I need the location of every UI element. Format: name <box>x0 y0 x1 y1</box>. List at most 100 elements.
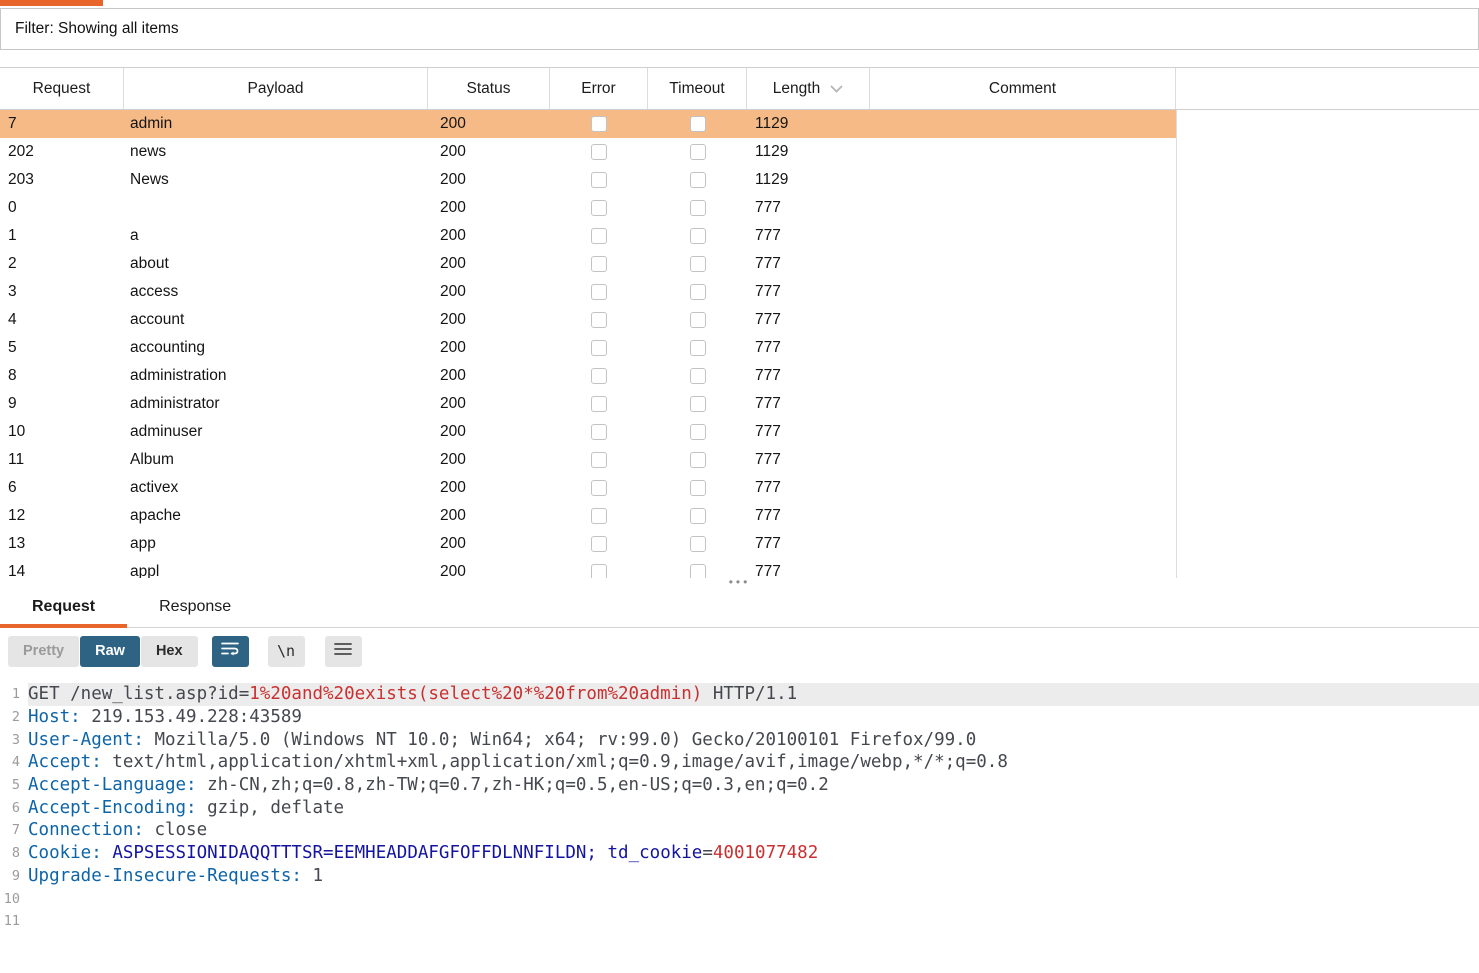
error-checkbox[interactable] <box>591 424 607 440</box>
results-table-header: Request Payload Status Error Timeout Len… <box>0 67 1479 110</box>
editor-line: 3 User-Agent: Mozilla/5.0 (Windows NT 10… <box>0 728 1479 751</box>
cell-payload: News <box>130 171 169 188</box>
column-header-payload[interactable]: Payload <box>124 68 428 109</box>
timeout-checkbox[interactable] <box>689 452 706 468</box>
table-row[interactable]: 203 News 200 1129 <box>0 166 1176 194</box>
editor-menu-button[interactable] <box>324 635 362 667</box>
error-checkbox[interactable] <box>591 144 607 160</box>
timeout-checkbox[interactable] <box>689 172 706 188</box>
editor-line: 7 Connection: close <box>0 819 1479 842</box>
error-checkbox[interactable] <box>591 312 607 328</box>
column-header-comment[interactable]: Comment <box>870 68 1176 109</box>
cell-comment <box>870 530 1176 558</box>
cell-payload: admin <box>130 115 173 132</box>
cell-request: 13 <box>8 535 26 552</box>
cell-comment <box>870 558 1176 578</box>
column-header-length[interactable]: Length <box>747 68 870 109</box>
table-row[interactable]: 6 activex 200 777 <box>0 474 1176 502</box>
cell-comment <box>870 446 1176 474</box>
column-header-timeout[interactable]: Timeout <box>648 68 747 109</box>
table-row[interactable]: 0 200 777 <box>0 194 1176 222</box>
error-checkbox[interactable] <box>591 256 607 272</box>
error-checkbox[interactable] <box>591 200 607 216</box>
filter-bar[interactable]: Filter: Showing all items <box>0 8 1479 50</box>
cell-comment <box>870 502 1176 530</box>
sort-chevron-icon[interactable] <box>830 85 843 93</box>
column-header-status[interactable]: Status <box>428 68 550 109</box>
cell-request: 4 <box>8 311 17 328</box>
column-header-error[interactable]: Error <box>550 68 648 109</box>
table-row[interactable]: 2 about 200 777 <box>0 250 1176 278</box>
timeout-checkbox[interactable] <box>689 564 706 578</box>
error-checkbox[interactable] <box>591 172 607 188</box>
cell-length: 777 <box>755 479 781 496</box>
timeout-checkbox[interactable] <box>689 424 706 440</box>
table-row[interactable]: 14 appl 200 777 <box>0 558 1176 578</box>
timeout-checkbox[interactable] <box>689 396 706 412</box>
newline-toggle-button[interactable]: \n <box>267 635 305 667</box>
error-checkbox[interactable] <box>591 452 607 468</box>
table-row[interactable]: 7 admin 200 1129 <box>0 110 1176 138</box>
hex-button[interactable]: Hex <box>140 635 198 667</box>
line-number: 6 <box>11 799 20 816</box>
table-row[interactable]: 8 administration 200 777 <box>0 362 1176 390</box>
error-checkbox[interactable] <box>591 536 607 552</box>
cell-request: 3 <box>8 283 17 300</box>
cell-comment <box>870 250 1176 278</box>
cell-comment <box>870 166 1176 194</box>
error-checkbox[interactable] <box>591 340 607 356</box>
error-checkbox[interactable] <box>591 368 607 384</box>
error-checkbox[interactable] <box>591 116 607 132</box>
panel-splitter[interactable]: ••• <box>0 576 1479 588</box>
column-header-request[interactable]: Request <box>0 68 124 109</box>
cell-status: 200 <box>440 507 466 524</box>
error-checkbox[interactable] <box>591 508 607 524</box>
editor-lines: 1 GET /new_list.asp?id= 1%20and%20exists(… <box>0 683 1479 933</box>
table-row[interactable]: 1 a 200 777 <box>0 222 1176 250</box>
cell-comment <box>870 222 1176 250</box>
wrap-lines-button[interactable] <box>211 635 249 667</box>
cell-length: 1129 <box>755 143 789 160</box>
error-checkbox[interactable] <box>591 228 607 244</box>
pretty-button[interactable]: Pretty <box>8 635 80 667</box>
timeout-checkbox[interactable] <box>689 536 706 552</box>
error-checkbox[interactable] <box>591 564 607 578</box>
table-row[interactable]: 12 apache 200 777 <box>0 502 1176 530</box>
table-row[interactable]: 11 Album 200 777 <box>0 446 1176 474</box>
timeout-checkbox[interactable] <box>689 312 706 328</box>
tab-request[interactable]: Request <box>0 586 128 628</box>
timeout-checkbox[interactable] <box>689 144 706 160</box>
table-row[interactable]: 13 app 200 777 <box>0 530 1176 558</box>
request-editor[interactable]: 1 GET /new_list.asp?id= 1%20and%20exists(… <box>0 674 1479 933</box>
cell-request: 10 <box>8 423 26 440</box>
timeout-checkbox[interactable] <box>689 340 706 356</box>
timeout-checkbox[interactable] <box>689 116 706 132</box>
timeout-checkbox[interactable] <box>689 256 706 272</box>
cell-payload: appl <box>130 563 160 578</box>
cell-status: 200 <box>440 227 466 244</box>
table-row[interactable]: 3 access 200 777 <box>0 278 1176 306</box>
cell-length: 777 <box>755 199 781 216</box>
cell-payload: Album <box>130 451 174 468</box>
raw-button[interactable]: Raw <box>80 635 140 667</box>
timeout-checkbox[interactable] <box>689 228 706 244</box>
table-row[interactable]: 4 account 200 777 <box>0 306 1176 334</box>
table-row[interactable]: 202 news 200 1129 <box>0 138 1176 166</box>
timeout-checkbox[interactable] <box>689 200 706 216</box>
timeout-checkbox[interactable] <box>689 480 706 496</box>
table-row[interactable]: 10 adminuser 200 777 <box>0 418 1176 446</box>
line-content <box>28 910 1479 933</box>
table-row[interactable]: 5 accounting 200 777 <box>0 334 1176 362</box>
timeout-checkbox[interactable] <box>689 508 706 524</box>
cell-length: 1129 <box>755 115 789 132</box>
cell-length: 777 <box>755 339 781 356</box>
cell-length: 777 <box>755 227 781 244</box>
error-checkbox[interactable] <box>591 396 607 412</box>
timeout-checkbox[interactable] <box>689 368 706 384</box>
tab-response[interactable]: Response <box>127 586 263 627</box>
table-row[interactable]: 9 administrator 200 777 <box>0 390 1176 418</box>
cell-payload: account <box>130 311 185 328</box>
error-checkbox[interactable] <box>591 480 607 496</box>
timeout-checkbox[interactable] <box>689 284 706 300</box>
error-checkbox[interactable] <box>591 284 607 300</box>
